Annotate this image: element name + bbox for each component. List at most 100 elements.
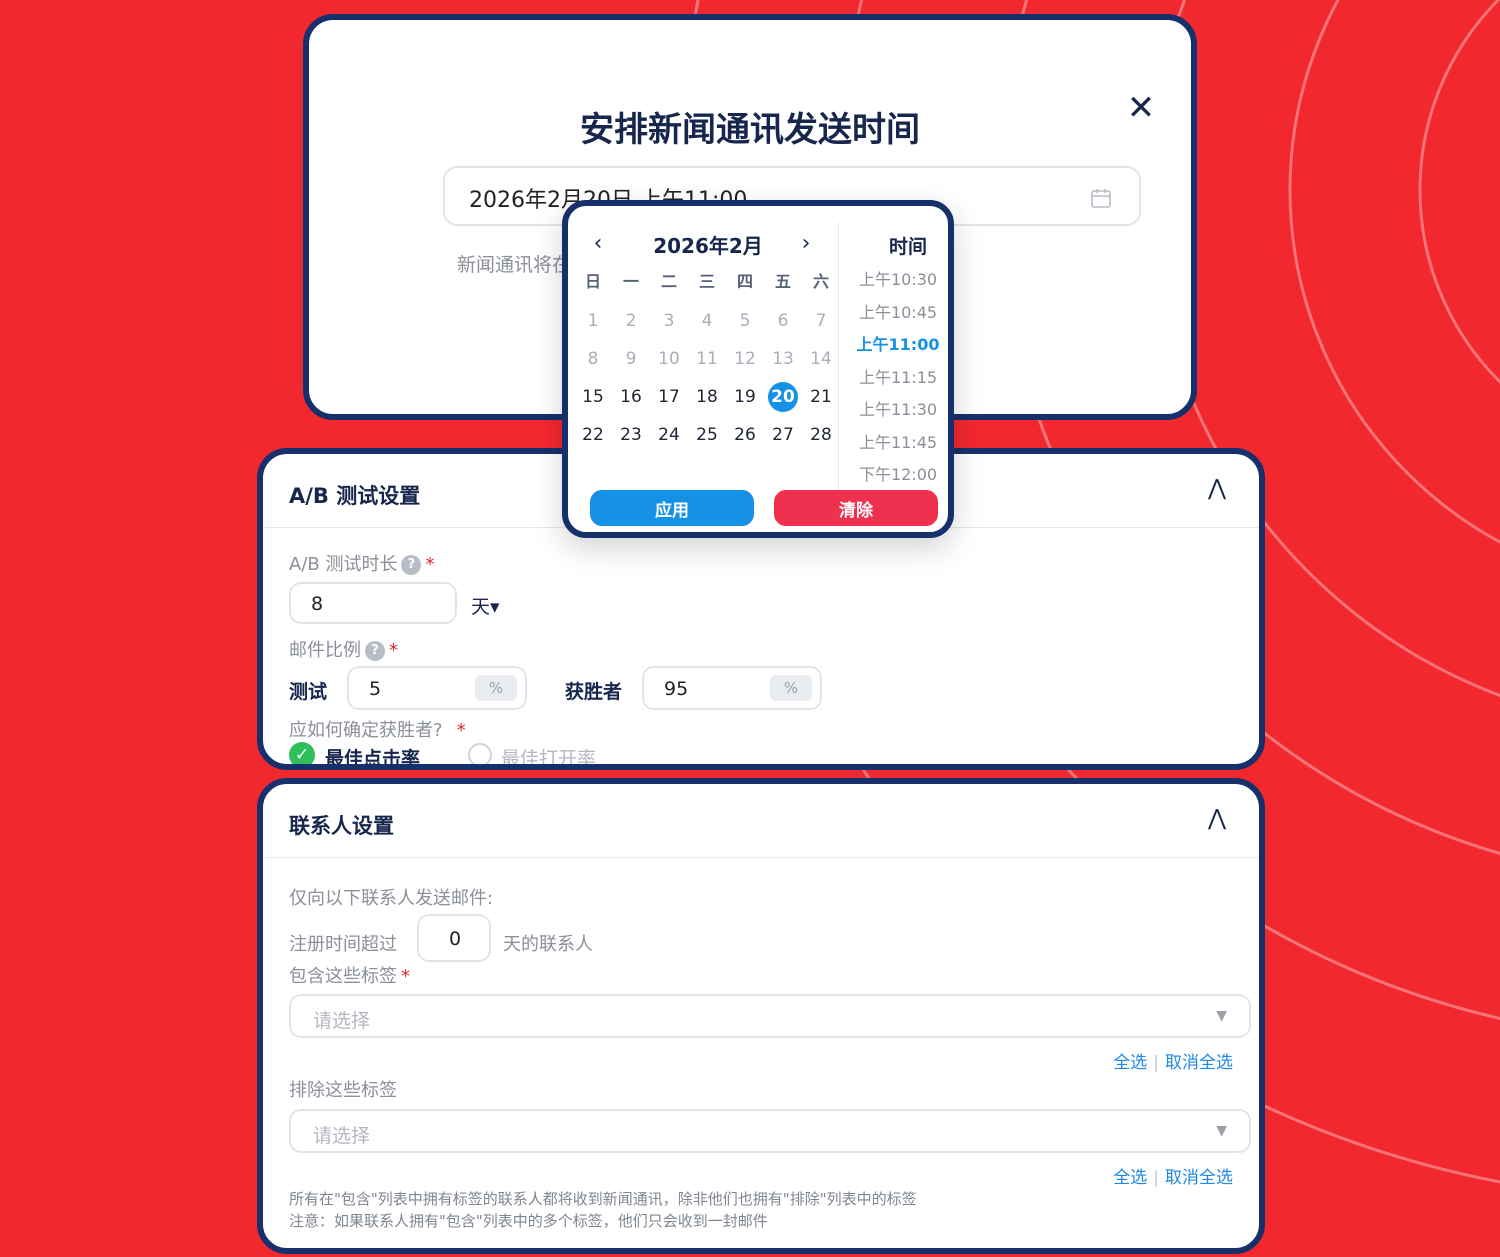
- exclude-select-all-link[interactable]: 全选: [1113, 1168, 1147, 1188]
- calendar-day: 6: [764, 302, 802, 340]
- calendar-day[interactable]: 19: [726, 378, 764, 416]
- include-tags-label-text: 包含这些标签: [289, 966, 397, 987]
- exclude-tags-placeholder: 请选择: [313, 1125, 371, 1147]
- calendar-day: 4: [688, 302, 726, 340]
- calendar-day-number: 20: [768, 382, 798, 412]
- next-month-button[interactable]: ›: [794, 230, 818, 258]
- exclude-tags-select[interactable]: 请选择 ▼: [289, 1109, 1251, 1153]
- calendar-day-number: 25: [696, 425, 718, 445]
- weekday-label: 二: [660, 272, 677, 291]
- include-tags-label: 包含这些标签 *: [289, 962, 410, 988]
- time-option[interactable]: 上午10:45: [848, 295, 948, 328]
- time-list: 上午10:30 上午10:45 上午11:00 上午11:15 上午11:30 上午11:…: [848, 262, 948, 490]
- calendar-day: 10: [650, 340, 688, 378]
- calendar-day: 2: [612, 302, 650, 340]
- chevron-down-icon: ▼: [1216, 1008, 1227, 1024]
- tags-note-include: 所有在"包含"列表中拥有标签的联系人都将收到新闻通讯，除非他们也拥有"排除"列表…: [289, 1190, 917, 1208]
- calendar-day: 14: [802, 340, 840, 378]
- calendar-day-selected[interactable]: 20: [764, 378, 802, 416]
- apply-button[interactable]: 应用: [590, 490, 754, 526]
- day-grid: 1 2 3 4 5 6 7 8 9 10 11 12 13 14 15 16 17 18 19 20 21 22 23 24 2…: [574, 302, 840, 454]
- winner-ratio-value: 95: [664, 678, 689, 700]
- calendar-day[interactable]: 21: [802, 378, 840, 416]
- calendar-day: 12: [726, 340, 764, 378]
- radio-label-best-click-rate[interactable]: 最佳点击率: [325, 744, 420, 764]
- ab-duration-value: 8: [311, 593, 324, 615]
- winner-ratio-label: 获胜者: [565, 681, 623, 703]
- calendar-day[interactable]: 17: [650, 378, 688, 416]
- time-option[interactable]: 上午11:30: [848, 392, 948, 425]
- ab-test-title: A/B 测试设置: [289, 484, 421, 508]
- radio-label-best-open-rate[interactable]: 最佳打开率: [501, 744, 596, 764]
- calendar-day-number: 23: [620, 425, 642, 445]
- ab-duration-label: A/B 测试时长? *: [289, 550, 434, 576]
- chevron-down-icon: ▼: [1216, 1123, 1227, 1139]
- help-icon[interactable]: ?: [365, 641, 385, 661]
- contact-settings-card: 联系人设置 ⋀ 仅向以下联系人发送邮件: 注册时间超过 0 天的联系人 包含这些…: [257, 778, 1265, 1254]
- collapse-caret-icon[interactable]: ⋀: [1205, 476, 1229, 501]
- time-option[interactable]: 上午11:15: [848, 360, 948, 393]
- calendar-day[interactable]: 26: [726, 416, 764, 454]
- contact-settings-header[interactable]: 联系人设置 ⋀: [263, 784, 1259, 858]
- picker-month-label: 2026年2月: [653, 234, 763, 258]
- calendar-day-number: 7: [815, 311, 827, 331]
- calendar-day[interactable]: 15: [574, 378, 612, 416]
- email-ratio-label: 邮件比例? *: [289, 636, 398, 662]
- calendar-day-number: 21: [810, 387, 832, 407]
- calendar-day-number: 19: [734, 387, 756, 407]
- weekday-label: 六: [812, 272, 829, 291]
- calendar-day[interactable]: 16: [612, 378, 650, 416]
- ab-duration-input[interactable]: 8: [289, 582, 457, 624]
- calendar-day-number: 2: [625, 311, 637, 331]
- calendar-day-number: 11: [696, 349, 718, 369]
- help-icon[interactable]: ?: [401, 555, 422, 575]
- test-ratio-value: 5: [369, 678, 382, 700]
- registered-prefix-label: 注册时间超过: [289, 934, 397, 955]
- calendar-day-number: 10: [658, 349, 680, 369]
- time-option[interactable]: 上午10:30: [848, 262, 948, 295]
- winner-ratio-input[interactable]: 95 %: [642, 666, 822, 710]
- close-icon[interactable]: ✕: [1121, 88, 1161, 128]
- calendar-day[interactable]: 22: [574, 416, 612, 454]
- required-asterisk: *: [401, 966, 410, 987]
- include-deselect-all-link[interactable]: 取消全选: [1165, 1053, 1233, 1073]
- ab-duration-label-text: A/B 测试时长: [289, 554, 398, 575]
- modal-title: 安排新闻通讯发送时间: [580, 110, 920, 150]
- radio-best-click-rate[interactable]: ✓: [289, 742, 315, 764]
- time-option[interactable]: 上午11:45: [848, 425, 948, 458]
- clear-button[interactable]: 清除: [774, 490, 938, 526]
- calendar-day[interactable]: 24: [650, 416, 688, 454]
- calendar-day[interactable]: 18: [688, 378, 726, 416]
- calendar-day-number: 18: [696, 387, 718, 407]
- test-ratio-input[interactable]: 5 %: [347, 666, 527, 710]
- calendar-day-number: 16: [620, 387, 642, 407]
- required-asterisk: *: [456, 720, 466, 741]
- time-option-selected[interactable]: 上午11:00: [848, 327, 948, 360]
- include-tags-select[interactable]: 请选择 ▼: [289, 994, 1251, 1038]
- test-ratio-label: 测试: [289, 681, 328, 703]
- calendar-day[interactable]: 23: [612, 416, 650, 454]
- collapse-caret-icon[interactable]: ⋀: [1205, 806, 1229, 831]
- weekday-header: 日一二三四五六: [574, 268, 840, 292]
- registered-days-input[interactable]: 0: [417, 914, 491, 962]
- duration-unit-dropdown[interactable]: 天▾: [471, 592, 500, 619]
- calendar-day[interactable]: 27: [764, 416, 802, 454]
- time-list-scrollbar[interactable]: [950, 370, 954, 436]
- link-separator: |: [1153, 1168, 1159, 1188]
- radio-best-open-rate[interactable]: [468, 743, 492, 764]
- calendar-day-number: 5: [739, 311, 751, 331]
- time-option[interactable]: 下午12:00: [848, 457, 948, 490]
- calendar-day[interactable]: 28: [802, 416, 840, 454]
- calendar-day: 8: [574, 340, 612, 378]
- calendar-day: 7: [802, 302, 840, 340]
- exclude-deselect-all-link[interactable]: 取消全选: [1165, 1168, 1233, 1188]
- percent-addon: %: [770, 675, 812, 701]
- calendar-icon[interactable]: [1089, 186, 1113, 210]
- prev-month-button[interactable]: ‹: [586, 230, 610, 258]
- include-select-all-link[interactable]: 全选: [1113, 1053, 1147, 1073]
- calendar-day: 9: [612, 340, 650, 378]
- calendar-day-number: 1: [587, 311, 599, 331]
- calendar-day-number: 14: [810, 349, 832, 369]
- calendar-day[interactable]: 25: [688, 416, 726, 454]
- calendar-day-number: 8: [587, 349, 599, 369]
